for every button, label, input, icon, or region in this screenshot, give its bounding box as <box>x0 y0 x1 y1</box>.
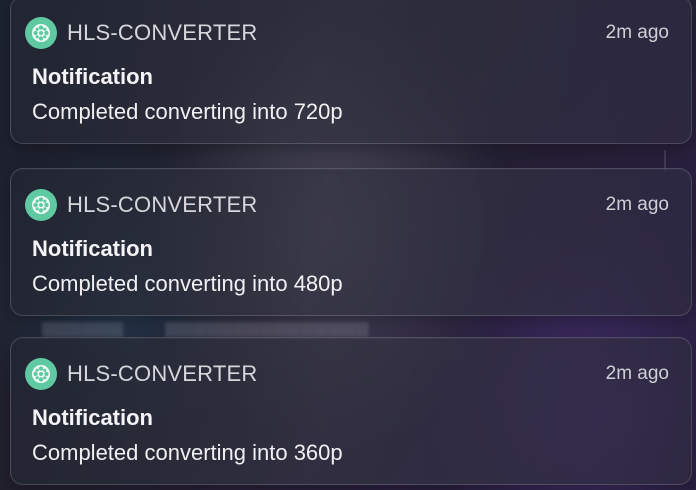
notification-header: HLS-CONVERTER 2m ago <box>25 358 669 390</box>
notification-card-480p[interactable]: HLS-CONVERTER 2m ago Notification Comple… <box>10 168 692 316</box>
film-reel-icon <box>25 17 57 49</box>
film-reel-icon <box>25 358 57 390</box>
timestamp: 2m ago <box>605 363 669 384</box>
notification-card-360p[interactable]: HLS-CONVERTER 2m ago Notification Comple… <box>10 337 692 485</box>
app-name: HLS-CONVERTER <box>67 361 258 386</box>
notification-card-720p[interactable]: HLS-CONVERTER 2m ago Notification Comple… <box>10 0 692 144</box>
notification-title: Notification <box>32 236 153 261</box>
notification-title: Notification <box>32 405 153 430</box>
background-blurred-text: ▆▆▆▆▆▆ ▆▆▆▆▆▆▆▆▆▆▆▆▆▆▆ <box>42 318 369 337</box>
notification-header: HLS-CONVERTER 2m ago <box>25 17 669 49</box>
timestamp: 2m ago <box>605 194 669 215</box>
notification-message: Completed converting into 360p <box>32 440 343 465</box>
app-name: HLS-CONVERTER <box>67 20 258 45</box>
film-reel-icon <box>25 189 57 221</box>
app-name: HLS-CONVERTER <box>67 192 258 217</box>
timestamp: 2m ago <box>605 22 669 43</box>
notification-header: HLS-CONVERTER 2m ago <box>25 189 669 221</box>
notification-message: Completed converting into 720p <box>32 99 343 124</box>
notification-title: Notification <box>32 64 153 89</box>
notification-message: Completed converting into 480p <box>32 271 343 296</box>
